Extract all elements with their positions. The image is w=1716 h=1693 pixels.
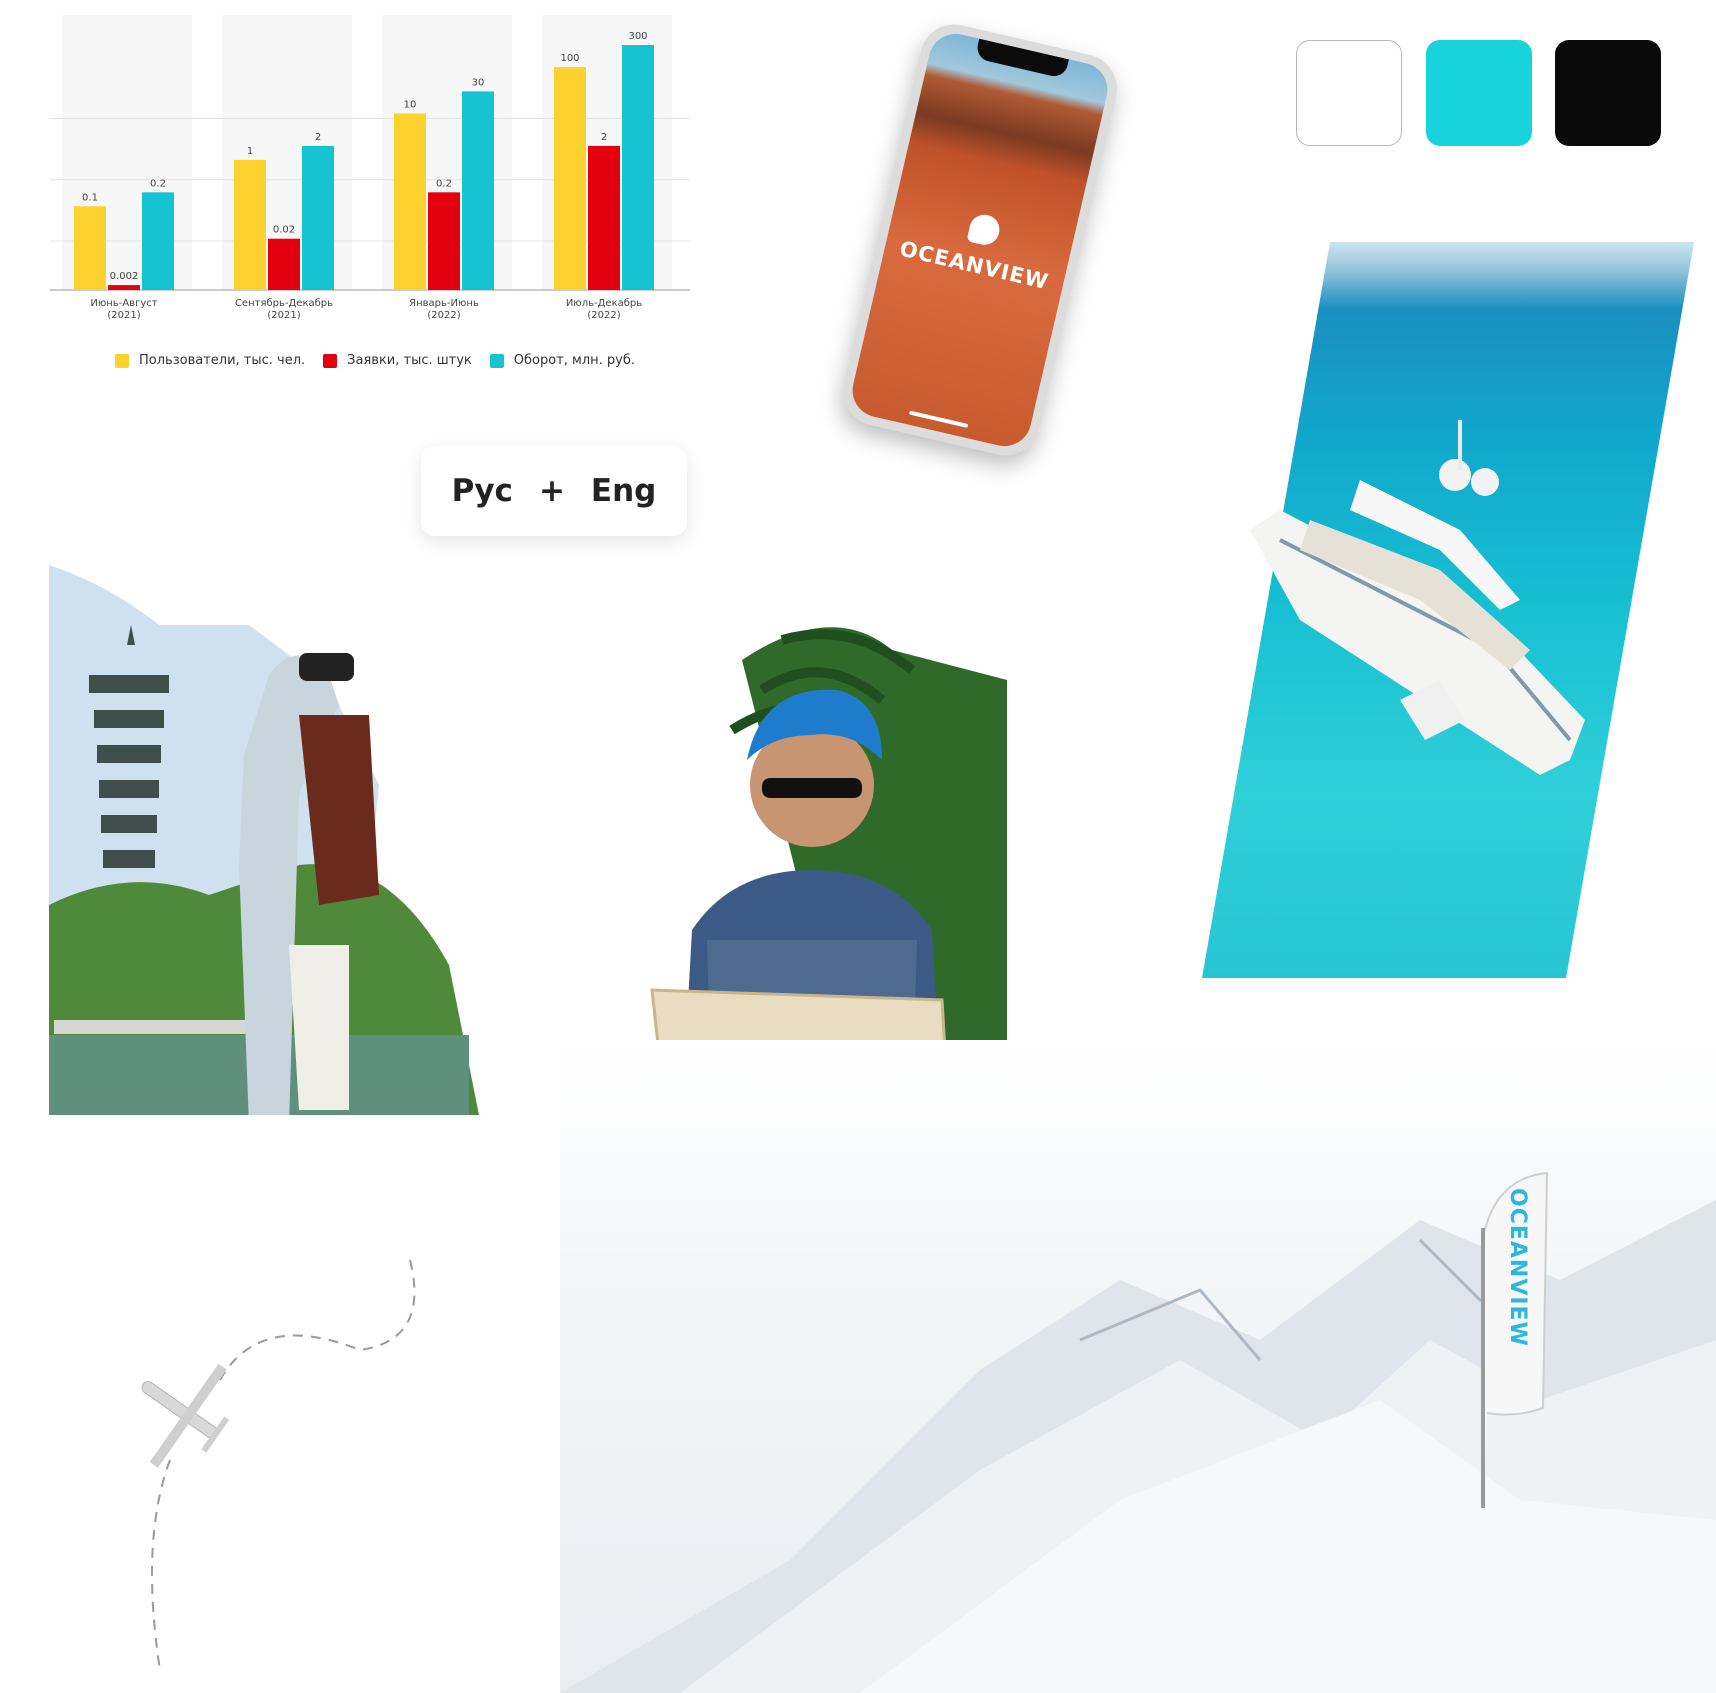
bar-chart: 0.1 0.002 0.2 Июнь-Август (2021) 1 0.02 2 Сентяб… [40, 15, 700, 385]
x-tick-label: Июнь-Август [90, 298, 157, 309]
legend-label-turnover: Оборот, млн. руб. [513, 353, 636, 368]
chart-legend: Пользователи, тыс. чел. Заявки, тыс. шту… [115, 353, 635, 368]
plane-dashed-route [141, 1260, 416, 1670]
legend-item-users: Пользователи, тыс. чел. [115, 353, 305, 368]
x-tick-label: Сентябрь-Декабрь [235, 298, 333, 309]
legend-swatch-requests [323, 353, 338, 368]
bar [588, 145, 620, 290]
legend-swatch-turnover [489, 353, 504, 368]
phone-mockup: OCEANVIEW [836, 17, 1124, 463]
bar [394, 113, 426, 290]
bar-value-label: 2 [601, 132, 607, 143]
legend-label-users: Пользователи, тыс. чел. [139, 353, 306, 368]
bar-value-label: 0.002 [110, 271, 139, 282]
phone-home-indicator [908, 410, 969, 428]
oceanview-flag: OCEANVIEW [1475, 1168, 1555, 1508]
airplane-icon [141, 1363, 230, 1468]
phone-notch [974, 38, 1069, 79]
chart-svg: 0.10.0020.2Июнь-Август(2021)10.022Сентяб… [50, 15, 690, 321]
brand-color-black [1555, 40, 1661, 146]
bar-value-label: 30 [472, 77, 485, 88]
x-tick-year: (2021) [107, 310, 140, 321]
bar [302, 145, 334, 290]
bar [142, 192, 174, 290]
bar [462, 91, 494, 290]
language-pill: Рус + Eng [421, 446, 687, 536]
brand-color-cyan [1426, 40, 1532, 146]
language-ru: Рус [451, 473, 513, 509]
language-plus: + [538, 473, 565, 509]
legend-item-requests: Заявки, тыс. штук [323, 353, 472, 368]
bar-value-label: 2 [315, 132, 321, 143]
bar [74, 206, 106, 290]
bar [554, 67, 586, 290]
oceanview-logo-icon [966, 211, 1003, 248]
x-tick-label: Июль-Декабрь [566, 298, 642, 309]
language-en: Eng [590, 473, 657, 509]
bar [428, 192, 460, 290]
legend-swatch-users [115, 353, 129, 368]
legend-item-turnover: Оборот, млн. руб. [489, 353, 636, 368]
bar-value-label: 0.2 [436, 178, 452, 189]
flag-brand-text: OCEANVIEW [1505, 1188, 1530, 1347]
bar-value-label: 0.2 [150, 178, 166, 189]
bar [622, 45, 654, 290]
x-tick-label: Январь-Июнь [409, 298, 479, 309]
bar-value-label: 100 [560, 53, 579, 64]
bar-value-label: 0.02 [273, 225, 295, 236]
bar-value-label: 1 [247, 146, 253, 157]
legend-label-requests: Заявки, тыс. штук [347, 353, 472, 368]
bar-value-label: 0.1 [82, 192, 98, 203]
x-tick-year: (2022) [427, 310, 460, 321]
bar-value-label: 10 [404, 100, 417, 111]
x-tick-year: (2021) [267, 310, 300, 321]
bar [108, 285, 140, 290]
x-tick-year: (2022) [587, 310, 620, 321]
yacht-illustration [1250, 420, 1585, 775]
vr-pagoda-collage [49, 565, 479, 1115]
bar [234, 159, 266, 290]
bar [268, 238, 300, 290]
phone-screen: OCEANVIEW [847, 28, 1113, 452]
brand-color-white [1296, 40, 1402, 146]
bar-value-label: 300 [628, 31, 647, 42]
